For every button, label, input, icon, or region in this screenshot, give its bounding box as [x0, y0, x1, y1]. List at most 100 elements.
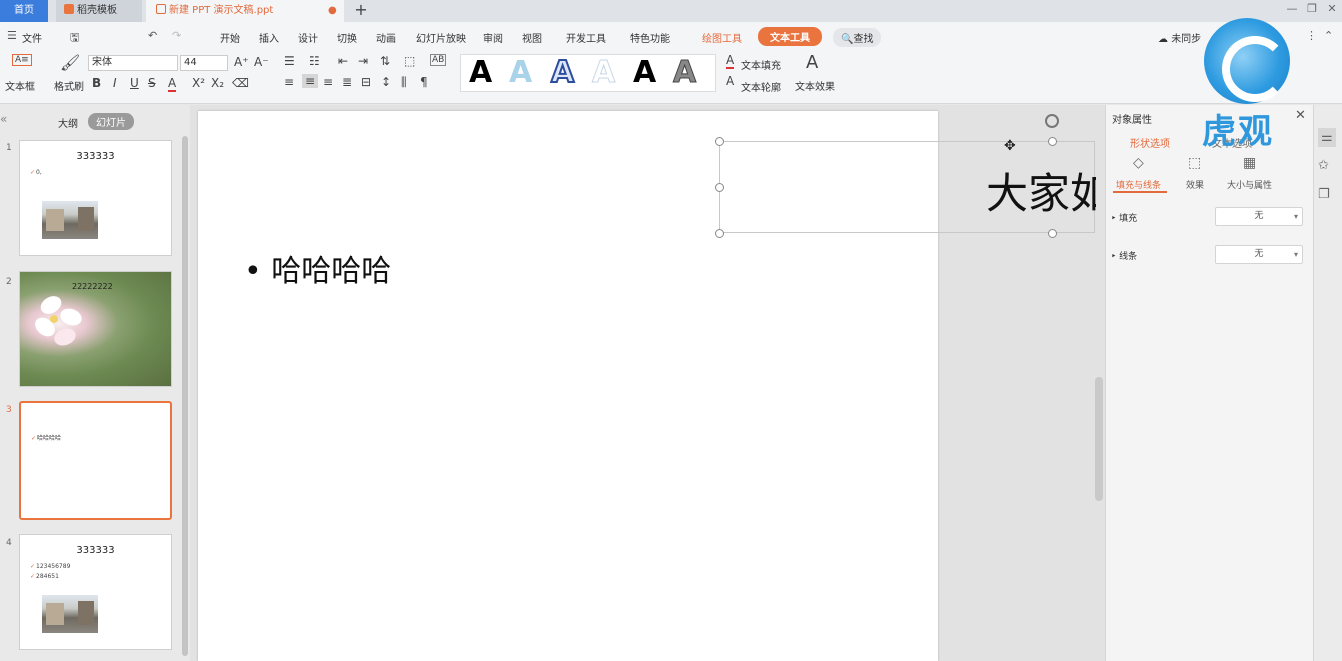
- decrease-indent-icon[interactable]: ⇤: [338, 54, 348, 68]
- subscript-icon[interactable]: X₂: [211, 76, 224, 90]
- sync-status[interactable]: ☁ 未同步: [1158, 30, 1201, 45]
- convert-icon[interactable]: AB: [430, 54, 447, 66]
- font-color-icon[interactable]: A: [168, 76, 177, 92]
- slide-thumbnail-line: 哈哈哈哈: [31, 433, 61, 442]
- search-box[interactable]: 🔍查找: [833, 28, 882, 47]
- format-painter-button[interactable]: 格式刷: [54, 78, 84, 93]
- tab-home[interactable]: 首页: [0, 0, 48, 22]
- tab-template[interactable]: 稻壳模板: [56, 0, 142, 22]
- font-name-select[interactable]: 宋体: [88, 55, 178, 71]
- tab-shape-options[interactable]: 形状选项: [1130, 135, 1170, 150]
- slide-thumbnail-1[interactable]: 333333 0,: [19, 140, 172, 256]
- textbox-button[interactable]: 文本框: [5, 78, 35, 93]
- subtab-effects[interactable]: 效果: [1186, 178, 1204, 191]
- slide-thumbnail-2[interactable]: 22222222: [19, 271, 172, 387]
- align-text-icon[interactable]: ⬚: [404, 54, 415, 68]
- menu-drawing-tools[interactable]: 绘图工具: [702, 30, 742, 45]
- collapse-ribbon-icon[interactable]: ⌃: [1324, 29, 1333, 42]
- properties-strip-icon[interactable]: ⚌: [1318, 128, 1336, 147]
- canvas-scrollbar[interactable]: [1095, 377, 1103, 501]
- numbering-icon[interactable]: ☷: [309, 54, 320, 68]
- redo-icon[interactable]: ↷: [172, 29, 181, 42]
- resize-handle[interactable]: [715, 229, 724, 238]
- strikethrough-icon[interactable]: S: [148, 76, 156, 90]
- more-icon[interactable]: ⋮: [1306, 29, 1317, 42]
- clear-format-icon[interactable]: ⌫: [232, 76, 249, 90]
- menu-slideshow[interactable]: 幻灯片放映: [416, 30, 466, 45]
- bullets-icon[interactable]: ☰: [284, 54, 295, 68]
- resize-handle[interactable]: [1048, 137, 1057, 146]
- line-label[interactable]: ‣ 线条: [1111, 249, 1137, 262]
- wordart-style-1[interactable]: A: [469, 55, 492, 91]
- subtab-fill-line[interactable]: 填充与线条: [1116, 178, 1161, 191]
- wordart-style-5[interactable]: A: [633, 55, 656, 91]
- decrease-font-icon[interactable]: A⁻: [254, 55, 269, 69]
- menu-home[interactable]: 开始: [220, 30, 240, 45]
- menu-file[interactable]: 文件: [22, 30, 42, 45]
- paragraph-icon[interactable]: ¶: [420, 75, 428, 89]
- menu-design[interactable]: 设计: [298, 30, 318, 45]
- collapse-panel-icon[interactable]: «: [0, 112, 7, 126]
- justify-icon[interactable]: ≣: [342, 75, 352, 89]
- tab-document[interactable]: 新建 PPT 演示文稿.ppt ●: [146, 0, 344, 22]
- wordart-style-4[interactable]: A: [591, 55, 615, 91]
- textbox-content[interactable]: 大家如: [986, 160, 1096, 221]
- text-effect-button[interactable]: 文本效果: [795, 78, 835, 93]
- resize-handle[interactable]: [715, 183, 724, 192]
- slide-thumbnail-3[interactable]: 哈哈哈哈: [19, 401, 172, 520]
- tab-slides[interactable]: 幻灯片: [88, 113, 134, 130]
- italic-icon[interactable]: I: [113, 76, 117, 90]
- font-size-select[interactable]: 44: [180, 55, 228, 71]
- superscript-icon[interactable]: X²: [192, 76, 205, 90]
- menu-text-tools[interactable]: 文本工具: [758, 27, 822, 46]
- minimize-icon[interactable]: —: [1284, 2, 1300, 15]
- increase-indent-icon[interactable]: ⇥: [358, 54, 368, 68]
- menu-view[interactable]: 视图: [522, 30, 542, 45]
- menu-review[interactable]: 审阅: [483, 30, 503, 45]
- increase-font-icon[interactable]: A⁺: [234, 55, 249, 69]
- align-right-icon[interactable]: ≡: [323, 75, 333, 89]
- resize-handle[interactable]: [715, 137, 724, 146]
- fill-label[interactable]: ‣ 填充: [1111, 211, 1137, 224]
- text-fill-button[interactable]: 文本填充: [741, 57, 781, 72]
- wordart-style-6[interactable]: A: [672, 55, 696, 91]
- underline-icon[interactable]: U: [130, 76, 139, 90]
- menu-developer[interactable]: 开发工具: [566, 30, 606, 45]
- subtab-size-properties[interactable]: 大小与属性: [1227, 178, 1272, 191]
- move-cursor-icon: ✥: [1004, 138, 1016, 154]
- close-panel-icon[interactable]: ✕: [1295, 108, 1306, 123]
- distribute-icon[interactable]: ⊟: [361, 75, 371, 89]
- search-icon: 🔍: [841, 34, 854, 45]
- save-icon[interactable]: 🖫: [70, 29, 79, 48]
- slide-bullet-text[interactable]: • 哈哈哈哈: [244, 246, 391, 290]
- line-dropdown[interactable]: 无: [1215, 245, 1303, 264]
- align-left-icon[interactable]: ≡: [284, 75, 294, 89]
- menu-transition[interactable]: 切换: [337, 30, 357, 45]
- undo-icon[interactable]: ↶: [148, 29, 157, 42]
- menu-features[interactable]: 特色功能: [630, 30, 670, 45]
- text-outline-button[interactable]: 文本轮廓: [741, 79, 781, 94]
- close-window-icon[interactable]: ✕: [1324, 2, 1340, 15]
- copy-icon[interactable]: ❐: [1318, 187, 1330, 202]
- restore-icon[interactable]: ❐: [1304, 2, 1320, 15]
- hamburger-icon[interactable]: ☰: [7, 29, 17, 42]
- bold-icon[interactable]: B: [92, 76, 101, 90]
- columns-icon[interactable]: ⫼: [401, 75, 407, 90]
- slide-thumbnail-4[interactable]: 333333 123456789 284651: [19, 534, 172, 650]
- pin-icon[interactable]: ✩: [1318, 158, 1329, 173]
- rotate-handle-icon[interactable]: [1045, 114, 1059, 128]
- add-tab-button[interactable]: +: [352, 0, 370, 22]
- slide-thumbnail-title: 333333: [76, 151, 115, 162]
- slides-scrollbar[interactable]: [182, 136, 188, 656]
- text-effect-icon: A: [806, 52, 819, 73]
- align-center-icon[interactable]: ≡: [302, 74, 319, 88]
- menu-animation[interactable]: 动画: [376, 30, 396, 45]
- resize-handle[interactable]: [1048, 229, 1057, 238]
- menu-insert[interactable]: 插入: [259, 30, 279, 45]
- line-spacing-icon[interactable]: ↕: [381, 75, 391, 89]
- wordart-style-3[interactable]: A: [550, 54, 575, 91]
- wordart-style-2[interactable]: A: [509, 55, 532, 91]
- fill-dropdown[interactable]: 无: [1215, 207, 1303, 226]
- tab-outline[interactable]: 大纲: [58, 115, 78, 130]
- text-direction-icon[interactable]: ⇅: [380, 54, 390, 68]
